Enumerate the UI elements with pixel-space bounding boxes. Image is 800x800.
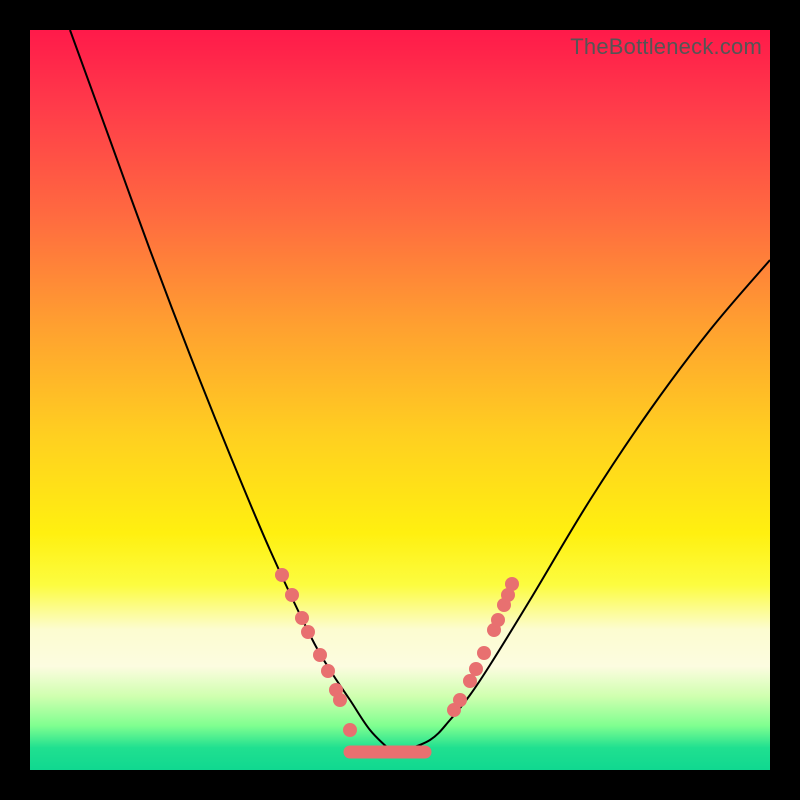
marker-dot xyxy=(477,646,491,660)
marker-dot xyxy=(313,648,327,662)
plot-area: TheBottleneck.com xyxy=(30,30,770,770)
marker-dot xyxy=(285,588,299,602)
marker-dot xyxy=(343,723,357,737)
marker-dot xyxy=(275,568,289,582)
marker-dot xyxy=(333,693,347,707)
chart-svg xyxy=(30,30,770,770)
marker-dot xyxy=(321,664,335,678)
marker-dot xyxy=(469,662,483,676)
marker-dot xyxy=(463,674,477,688)
marker-dot xyxy=(491,613,505,627)
marker-dot xyxy=(301,625,315,639)
right-curve xyxy=(400,260,770,752)
right-marker-group xyxy=(447,577,519,717)
left-curve xyxy=(70,30,390,750)
marker-dot xyxy=(453,693,467,707)
marker-dot xyxy=(505,577,519,591)
marker-dot xyxy=(295,611,309,625)
chart-frame: TheBottleneck.com xyxy=(0,0,800,800)
left-marker-group xyxy=(275,568,357,737)
